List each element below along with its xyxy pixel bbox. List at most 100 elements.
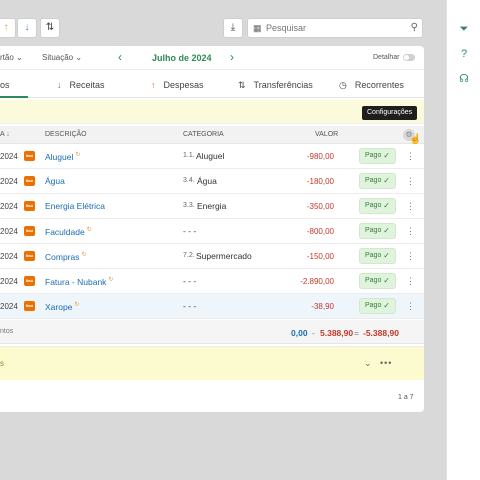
prev-month-icon[interactable]: ‹ [118,51,122,63]
row-description[interactable]: Compras ↻ [45,251,87,262]
row-category: - - - [183,226,197,236]
status-filter[interactable]: Situação ⌄ [42,53,82,62]
sort-icon[interactable]: ⇅ [40,18,60,38]
arrow-up-icon[interactable]: ↑ [0,18,16,38]
more-options-icon[interactable]: ⋮ [406,176,415,187]
header-description[interactable]: DESCRIÇÃO [45,131,87,138]
header-value[interactable]: VALOR [315,131,338,138]
row-description-label: Água [45,176,65,186]
more-options-icon[interactable]: ⋮ [406,226,415,237]
status-filter-label: Situação [42,53,74,62]
tab-recorrentes[interactable]: ◷ Recorrentes [339,80,404,91]
pagination-info: 1 a 7 [398,394,414,401]
more-options-icon[interactable]: ⋮ [406,301,415,312]
arrow-up-icon: ↑ [151,80,156,90]
status-badge[interactable]: Pago ✓ [359,248,396,264]
account-filter[interactable]: rtão ⌄ [0,53,23,62]
main-area: ↑ ↓ ⇅ ⤓ ▦ ⚲ rtão ⌄ Situação ⌄ ‹ Julho de… [0,0,446,480]
search-icon[interactable]: ⚲ [411,22,418,33]
status-badge[interactable]: Pago ✓ [359,148,396,164]
row-description-label: Fatura - Nubank [45,276,107,287]
status-label: Pago [365,252,382,259]
search-box: ▦ ⚲ [247,18,423,38]
bank-logo-icon: Itaú [24,301,35,311]
settings-tooltip: Configurações [362,106,418,120]
search-input[interactable] [266,21,406,35]
chevron-down-icon[interactable]: ⌄ [364,358,372,369]
clock-icon: ◷ [339,80,347,90]
status-label: Pago [365,302,382,309]
chevron-down-icon: ⌄ [75,53,83,62]
row-description[interactable]: Água [45,176,65,186]
more-options-icon[interactable]: ••• [380,358,392,368]
tabs: os ↓ Receitas ↑ Despesas ⇅ Transferências ◷… [0,72,424,98]
headset-icon[interactable]: ☊ [457,72,471,86]
table-row[interactable]: 2024 Itaú Aluguel ↻ 1.1. Aluguel -980,00 … [0,144,424,169]
bank-logo-icon: Itaú [24,151,35,161]
tab-label: os [0,80,10,90]
filter-icon[interactable]: ⏷ [457,22,471,36]
mouse-cursor-icon: ☝ [409,134,422,145]
help-icon[interactable]: ? [457,47,471,61]
grid-icon: ▦ [253,23,262,33]
status-badge[interactable]: Pago ✓ [359,173,396,189]
row-date: 2024 [0,252,18,261]
recurring-icon: ↻ [74,302,80,308]
status-badge[interactable]: Pago ✓ [359,298,396,314]
row-description[interactable]: Energia Elétrica [45,201,105,211]
check-icon: ✓ [383,201,390,210]
status-label: Pago [365,277,382,284]
status-badge[interactable]: Pago ✓ [359,223,396,239]
arrow-down-icon[interactable]: ↓ [17,18,37,38]
transfer-icon: ⇅ [238,80,246,90]
table-row[interactable]: 2024 Itaú Energia Elétrica 3.3. Energia … [0,194,424,219]
filters-bar: rtão ⌄ Situação ⌄ ‹ Julho de 2024 › Deta… [0,46,424,70]
row-description-label: Aluguel [45,151,74,162]
row-date: 2024 [0,277,18,286]
more-options-icon[interactable]: ⋮ [406,251,415,262]
check-icon: ✓ [383,151,390,160]
tab-label: Recorrentes [354,80,404,90]
status-label: Pago [365,227,382,234]
tab-label: Receitas [69,80,105,90]
row-description[interactable]: Fatura - Nubank ↻ [45,276,113,287]
row-date: 2024 [0,177,18,186]
status-badge[interactable]: Pago ✓ [359,273,396,289]
row-description[interactable]: Xarope ↻ [45,301,79,312]
status-badge[interactable]: Pago ✓ [359,198,396,214]
sort-arrow-icon: ↓ [6,131,10,138]
more-options-icon[interactable]: ⋮ [406,151,415,162]
download-icon[interactable]: ⤓ [223,18,243,38]
bank-logo-icon: Itaú [24,226,35,236]
table-body: 2024 Itaú Aluguel ↻ 1.1. Aluguel -980,00 … [0,144,424,319]
notice-bar [0,100,424,124]
more-options-icon[interactable]: ⋮ [406,201,415,212]
month-label[interactable]: Julho de 2024 [152,53,212,63]
table-row[interactable]: 2024 Itaú Xarope ↻ - - - -38,90 Pago ✓ ⋮ [0,294,424,319]
table-row[interactable]: 2024 Itaú Faculdade ↻ - - - -800,00 Pago ✓… [0,219,424,244]
check-icon: ✓ [383,301,390,310]
row-description[interactable]: Aluguel ↻ [45,151,80,162]
account-filter-label: rtão [0,53,14,62]
tab-all[interactable]: os [0,80,10,90]
row-description-label: Xarope [45,301,73,312]
header-date-label: A [0,131,5,138]
next-month-icon[interactable]: › [230,51,234,63]
table-row[interactable]: 2024 Itaú Compras ↻ 7.2. Supermercado -15… [0,244,424,269]
equals-sign: = [354,328,359,338]
header-date[interactable]: A ↓ [0,131,10,138]
detail-toggle[interactable] [403,54,415,61]
row-date: 2024 [0,202,18,211]
tab-despesas[interactable]: ↑ Despesas [151,80,204,90]
header-category[interactable]: CATEGORIA [183,131,224,138]
total-balance: -5.388,90 [363,328,399,338]
tab-receitas[interactable]: ↓ Receitas [57,80,105,90]
total-income: 0,00 [291,328,308,338]
tab-transferencias[interactable]: ⇅ Transferências [238,80,313,91]
bank-logo-icon: Itaú [24,251,35,261]
row-date: 2024 [0,227,18,236]
table-row[interactable]: 2024 Itaú Fatura - Nubank ↻ - - - -2.890,… [0,269,424,294]
more-options-icon[interactable]: ⋮ [406,276,415,287]
row-description[interactable]: Faculdade ↻ [45,226,92,237]
table-row[interactable]: 2024 Itaú Água 3.4. Água -180,00 Pago ✓ ⋮ [0,169,424,194]
